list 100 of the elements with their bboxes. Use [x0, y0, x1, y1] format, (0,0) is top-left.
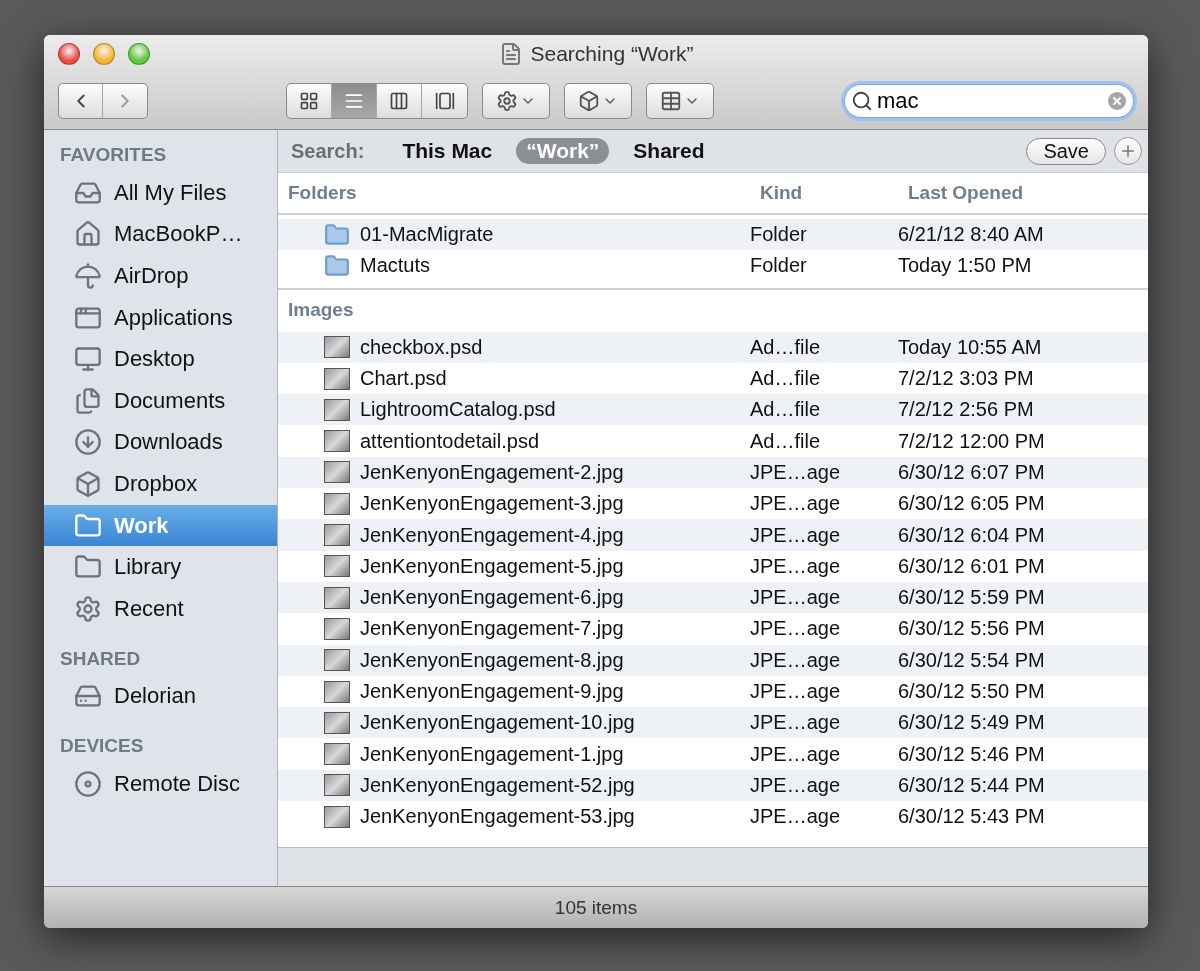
kind-cell-text: JPE…age	[750, 617, 842, 641]
save-button[interactable]: Save	[1026, 137, 1106, 165]
date-cell-text: 6/30/12 5:44 PM	[898, 773, 1046, 797]
plus-icon	[1119, 142, 1137, 160]
zoom-button[interactable]	[128, 43, 150, 65]
list-view-icon	[344, 91, 364, 111]
search-field[interactable]: mac	[844, 84, 1134, 118]
item-count: 105 items	[554, 896, 638, 919]
action-menu-button[interactable]	[482, 83, 550, 119]
file-name[interactable]: 01-MacMigrate	[360, 223, 494, 247]
thumbnail-icon	[324, 367, 350, 390]
kind-cell-text: JPE…age	[750, 460, 842, 484]
date-cell-text: 6/30/12 6:05 PM	[898, 492, 1046, 516]
thumbnail-icon	[324, 586, 350, 609]
date-cell-text: 6/30/12 5:49 PM	[898, 711, 1046, 735]
thumbnail-icon	[324, 524, 350, 546]
thumbnail-icon	[324, 492, 350, 515]
search-input[interactable]: mac	[875, 87, 1103, 115]
file-name[interactable]: Chart.psd	[360, 367, 447, 391]
dropbox-menu-button[interactable]	[564, 83, 632, 119]
gear-icon	[496, 90, 518, 112]
thumbnail-icon	[324, 680, 350, 703]
date-cell-text: 6/30/12 5:54 PM	[898, 648, 1046, 672]
kind-cell-text: JPE…age	[750, 523, 842, 547]
window-title: Searching “Work”	[530, 42, 694, 66]
sidebar-item[interactable]: Recent	[44, 587, 277, 630]
grid-icon	[660, 90, 682, 112]
kind-cell-text: JPE…age	[750, 586, 842, 610]
sidebar-item[interactable]: Documents	[44, 379, 277, 422]
sidebar-item[interactable]: Dropbox	[44, 463, 277, 505]
date-cell-text: 6/30/12 6:04 PM	[898, 523, 1046, 547]
file-name[interactable]: checkbox.psd	[360, 335, 483, 359]
date-cell-text: 7/2/12 3:03 PM	[898, 367, 1035, 391]
kind-cell-text: Ad…file	[750, 429, 822, 453]
file-name[interactable]: JenKenyonEngagement-3.jpg	[360, 492, 624, 516]
gallery-view-icon	[434, 91, 455, 111]
kind-cell-text: Ad…file	[750, 335, 822, 359]
sidebar-item[interactable]: Remote Disc	[44, 763, 277, 805]
sidebar-heading: SHARED	[59, 646, 142, 671]
box-icon	[74, 469, 102, 498]
thumbnail-icon	[324, 617, 350, 640]
thumbnail-icon	[324, 430, 350, 453]
date-cell-text: Today 10:55 AM	[898, 335, 1043, 359]
kind-cell-text: JPE…age	[750, 554, 842, 578]
kind-cell-text: JPE…age	[750, 492, 842, 516]
sidebar-item[interactable]: Applications	[44, 296, 277, 339]
file-name[interactable]: JenKenyonEngagement-7.jpg	[360, 617, 624, 641]
file-name[interactable]: JenKenyonEngagement-4.jpg	[360, 523, 624, 547]
disc-icon	[74, 769, 102, 798]
arrange-menu-button[interactable]	[646, 83, 714, 119]
file-name[interactable]: JenKenyonEngagement-5.jpg	[360, 554, 624, 578]
date-cell-text: 6/30/12 5:46 PM	[898, 742, 1046, 766]
sidebar-heading: FAVORITES	[59, 143, 168, 167]
sidebar-item[interactable]: Library	[44, 546, 277, 588]
file-name[interactable]: LightroomCatalog.psd	[360, 398, 556, 422]
thumbnail-icon	[324, 711, 350, 734]
scope-button[interactable]: This Mac	[392, 138, 503, 164]
download-icon	[74, 428, 102, 457]
column-header[interactable]: Kind	[750, 182, 898, 204]
box-icon	[578, 90, 600, 112]
column-header[interactable]: Last Opened	[898, 182, 1148, 204]
date-cell-text: 6/30/12 6:07 PM	[898, 460, 1046, 484]
sidebar-item[interactable]: Downloads	[44, 421, 277, 464]
gear-icon	[74, 594, 102, 623]
date-cell-text: 7/2/12 2:56 PM	[898, 398, 1035, 422]
close-button[interactable]	[58, 43, 80, 65]
sidebar-item[interactable]: All My Files	[44, 172, 277, 214]
scope-button[interactable]: Shared	[623, 138, 715, 164]
sidebar-item[interactable]: AirDrop	[44, 255, 277, 297]
file-name[interactable]: JenKenyonEngagement-2.jpg	[360, 460, 624, 484]
kind-cell-text: JPE…age	[750, 742, 842, 766]
clear-icon[interactable]	[1105, 89, 1129, 113]
date-cell-text: 6/30/12 5:56 PM	[898, 617, 1046, 641]
sidebar-item[interactable]: Desktop	[44, 338, 277, 380]
kind-cell-text: Ad…file	[750, 398, 822, 422]
sidebar-item[interactable]: MacBookP…	[44, 213, 277, 256]
sidebar-heading: DEVICES	[59, 734, 145, 759]
kind-cell-text: JPE…age	[750, 648, 842, 672]
file-name[interactable]: JenKenyonEngagement-9.jpg	[360, 680, 624, 703]
file-name[interactable]: attentiontodetail.psd	[360, 429, 540, 453]
desktop-icon	[74, 345, 102, 374]
date-cell-text: Today 1:50 PM	[898, 254, 1033, 278]
file-name[interactable]: JenKenyonEngagement-10.jpg	[360, 711, 635, 735]
group-heading: Images	[287, 298, 354, 321]
icon-view-icon	[299, 91, 319, 111]
file-name[interactable]: JenKenyonEngagement-52.jpg	[360, 773, 635, 797]
file-name[interactable]: JenKenyonEngagement-6.jpg	[360, 586, 624, 610]
thumbnail-icon	[324, 743, 350, 766]
documents-icon	[74, 386, 102, 415]
file-name[interactable]: JenKenyonEngagement-53.jpg	[360, 805, 635, 829]
add-button[interactable]	[1114, 137, 1142, 165]
sidebar-item[interactable]: Delorian	[44, 675, 277, 718]
file-name[interactable]: JenKenyonEngagement-1.jpg	[360, 742, 624, 766]
folder-icon	[74, 511, 102, 540]
file-name[interactable]: Mactuts	[360, 254, 431, 278]
file-name[interactable]: JenKenyonEngagement-8.jpg	[360, 648, 624, 672]
minimize-button[interactable]	[93, 43, 115, 65]
thumbnail-icon	[324, 555, 350, 578]
kind-cell-text: Ad…file	[750, 367, 822, 391]
thumbnail-icon	[324, 336, 350, 359]
